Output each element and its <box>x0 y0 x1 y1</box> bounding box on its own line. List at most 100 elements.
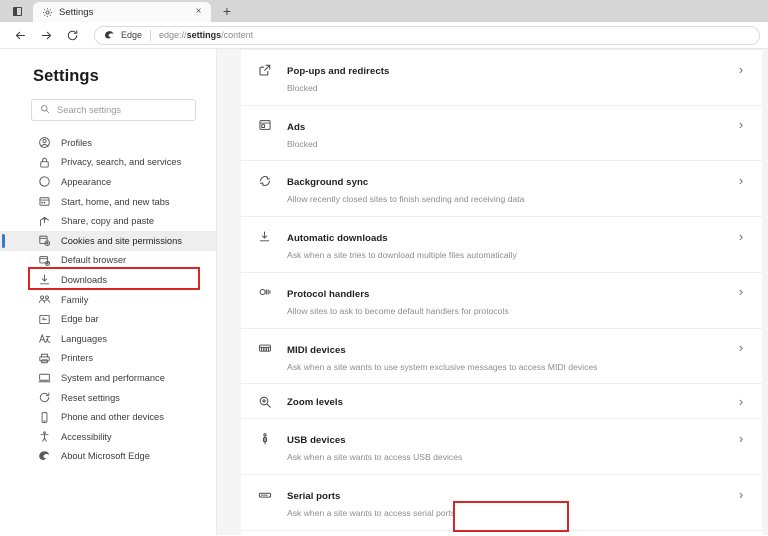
close-icon[interactable]: × <box>192 6 205 19</box>
tab-strip: Settings × + <box>0 0 768 22</box>
chevron-right-icon[interactable]: › <box>734 431 748 446</box>
arrow-right-icon[interactable] <box>34 23 58 47</box>
setting-row-text: Background sync Allow recently closed sit… <box>287 172 726 205</box>
chevron-right-icon[interactable]: › <box>734 173 748 188</box>
setting-row-serial-ports[interactable]: Serial ports Ask when a site wants to acc… <box>241 475 762 531</box>
setting-row-title: Pop-ups and redirects <box>287 66 390 77</box>
sidebar-item-system-and-performance[interactable]: System and performance <box>0 368 216 388</box>
chevron-right-icon[interactable]: › <box>734 62 748 77</box>
sidebar-item-printers[interactable]: Printers <box>0 349 216 369</box>
sidebar-item-default-browser[interactable]: Default browser <box>0 251 216 271</box>
omnibox-url: edge://settings/content <box>159 30 253 40</box>
setting-row-background-sync[interactable]: Background sync Allow recently closed sit… <box>241 161 762 218</box>
reload-icon[interactable] <box>60 23 84 47</box>
download-icon <box>38 273 51 286</box>
setting-row-text: MIDI devices Ask when a site wants to use… <box>287 340 726 373</box>
setting-row-usb-devices[interactable]: USB devices Ask when a site wants to acce… <box>241 419 762 476</box>
sidebar-item-accessibility[interactable]: Accessibility <box>0 427 216 447</box>
settings-page: Settings Profiles Privacy, search, and se… <box>0 49 768 535</box>
setting-row-text: Pop-ups and redirects Blocked <box>287 61 726 94</box>
lock-icon <box>38 156 51 169</box>
setting-row-file-editing[interactable]: File editingAsk when a site wants to edi… <box>241 531 762 535</box>
arrow-left-icon[interactable] <box>8 23 32 47</box>
sidebar-item-share-copy-and-paste[interactable]: Share, copy and paste <box>0 211 216 231</box>
page-title: Settings <box>33 67 99 85</box>
sidebar-item-label: Family <box>61 294 89 305</box>
cookies-icon <box>38 234 51 247</box>
popup-icon <box>257 62 272 77</box>
settings-content-area: Pop-ups and redirects Blocked › Ads Blocked ›… <box>217 49 768 535</box>
sidebar-item-label: Reset settings <box>61 392 120 403</box>
tab-title: Settings <box>59 6 94 18</box>
search-settings-box[interactable] <box>31 99 196 121</box>
profile-icon <box>38 136 51 149</box>
sidebar-item-family[interactable]: Family <box>0 290 216 310</box>
setting-row-title: Automatic downloads <box>287 233 388 245</box>
sidebar-item-phone-and-other-devices[interactable]: Phone and other devices <box>0 407 216 427</box>
sidebar-item-appearance[interactable]: Appearance <box>0 172 216 192</box>
setting-row-text: Zoom levels <box>287 392 726 410</box>
setting-row-zoom-levels[interactable]: Zoom levels › <box>241 384 762 420</box>
setting-row-title: Background sync <box>287 177 369 189</box>
chevron-right-icon[interactable]: › <box>734 340 748 355</box>
setting-row-subtitle: Ask when a site wants to access USB devi… <box>287 452 463 463</box>
setting-row-subtitle: Allow sites to ask to become default han… <box>287 305 509 316</box>
setting-row-text: Automatic downloads Ask when a site tries… <box>287 228 726 261</box>
setting-row-ads[interactable]: Ads Blocked › <box>241 106 762 162</box>
edge-bar-icon <box>38 313 51 326</box>
browser-tab-settings[interactable]: Settings × <box>33 2 211 22</box>
chevron-right-icon[interactable]: › <box>734 284 748 299</box>
search-icon <box>40 101 50 119</box>
search-input[interactable] <box>57 105 187 115</box>
address-bar[interactable]: Edge edge://settings/content <box>94 25 760 45</box>
setting-row-subtitle: Ask when a site tries to download multip… <box>287 250 517 261</box>
sidebar-item-label: Edge bar <box>61 314 99 325</box>
sidebar-item-label: Appearance <box>61 176 112 187</box>
setting-row-automatic-downloads[interactable]: Automatic downloads Ask when a site tries… <box>241 217 762 273</box>
sidebar-item-cookies-and-site-permissions[interactable]: Cookies and site permissions <box>0 230 216 251</box>
system-icon <box>38 371 51 384</box>
setting-row-title: USB devices <box>287 435 346 447</box>
sidebar-item-about-microsoft-edge[interactable]: About Microsoft Edge <box>0 447 216 467</box>
reset-icon <box>38 391 51 404</box>
protocol-icon <box>257 285 272 300</box>
sidebar-item-privacy-search-and-services[interactable]: Privacy, search, and services <box>0 153 216 173</box>
edge-logo-icon <box>104 30 115 41</box>
sidebar-item-label: Privacy, search, and services <box>61 157 182 168</box>
serial-port-icon <box>257 487 272 502</box>
omnibox-brand-label: Edge <box>121 30 143 40</box>
sidebar-item-reset-settings[interactable]: Reset settings <box>0 388 216 408</box>
sidebar-item-label: Share, copy and paste <box>61 216 155 227</box>
tab-search-icon[interactable] <box>6 0 28 22</box>
sidebar-item-start-home-and-new-tabs[interactable]: Start, home, and new tabs <box>0 192 216 212</box>
setting-row-title: Ads <box>287 121 306 133</box>
printer-icon <box>38 352 51 365</box>
url-bold-segment: settings <box>186 30 222 40</box>
chevron-right-icon[interactable]: › <box>734 117 748 132</box>
edge-logo-icon <box>38 450 51 463</box>
setting-row-text: Serial ports Ask when a site wants to acc… <box>287 486 726 519</box>
usb-icon <box>257 431 272 446</box>
new-tab-button[interactable]: + <box>217 1 237 21</box>
sidebar-item-label: Default browser <box>61 255 127 266</box>
setting-row-text: USB devices Ask when a site wants to acce… <box>287 430 726 463</box>
setting-row-protocol-handlers[interactable]: Protocol handlers Allow sites to ask to b… <box>241 273 762 329</box>
chevron-right-icon[interactable]: › <box>734 229 748 244</box>
gear-icon <box>42 7 53 18</box>
sidebar-item-label: Languages <box>61 333 108 344</box>
sidebar-item-languages[interactable]: Languages <box>0 329 216 349</box>
setting-row-midi-devices[interactable]: MIDI devices Ask when a site wants to use… <box>241 329 762 385</box>
chevron-right-icon[interactable]: › <box>734 394 748 409</box>
setting-row-title: Serial ports <box>287 491 341 503</box>
sidebar-nav-list: Profiles Privacy, search, and services App… <box>0 133 216 466</box>
sidebar-item-downloads[interactable]: Downloads <box>0 270 216 290</box>
setting-row-pop-ups-and-redirects[interactable]: Pop-ups and redirects Blocked › <box>241 49 762 106</box>
setting-row-subtitle: Ask when a site wants to use system excl… <box>287 361 598 372</box>
download-icon <box>257 229 272 244</box>
sidebar-item-profiles[interactable]: Profiles <box>0 133 216 153</box>
accessibility-icon <box>38 430 51 443</box>
chevron-right-icon[interactable]: › <box>734 487 748 502</box>
sidebar-item-edge-bar[interactable]: Edge bar <box>0 309 216 329</box>
setting-row-text: Protocol handlers Allow sites to ask to b… <box>287 284 726 317</box>
midi-icon <box>257 341 272 356</box>
